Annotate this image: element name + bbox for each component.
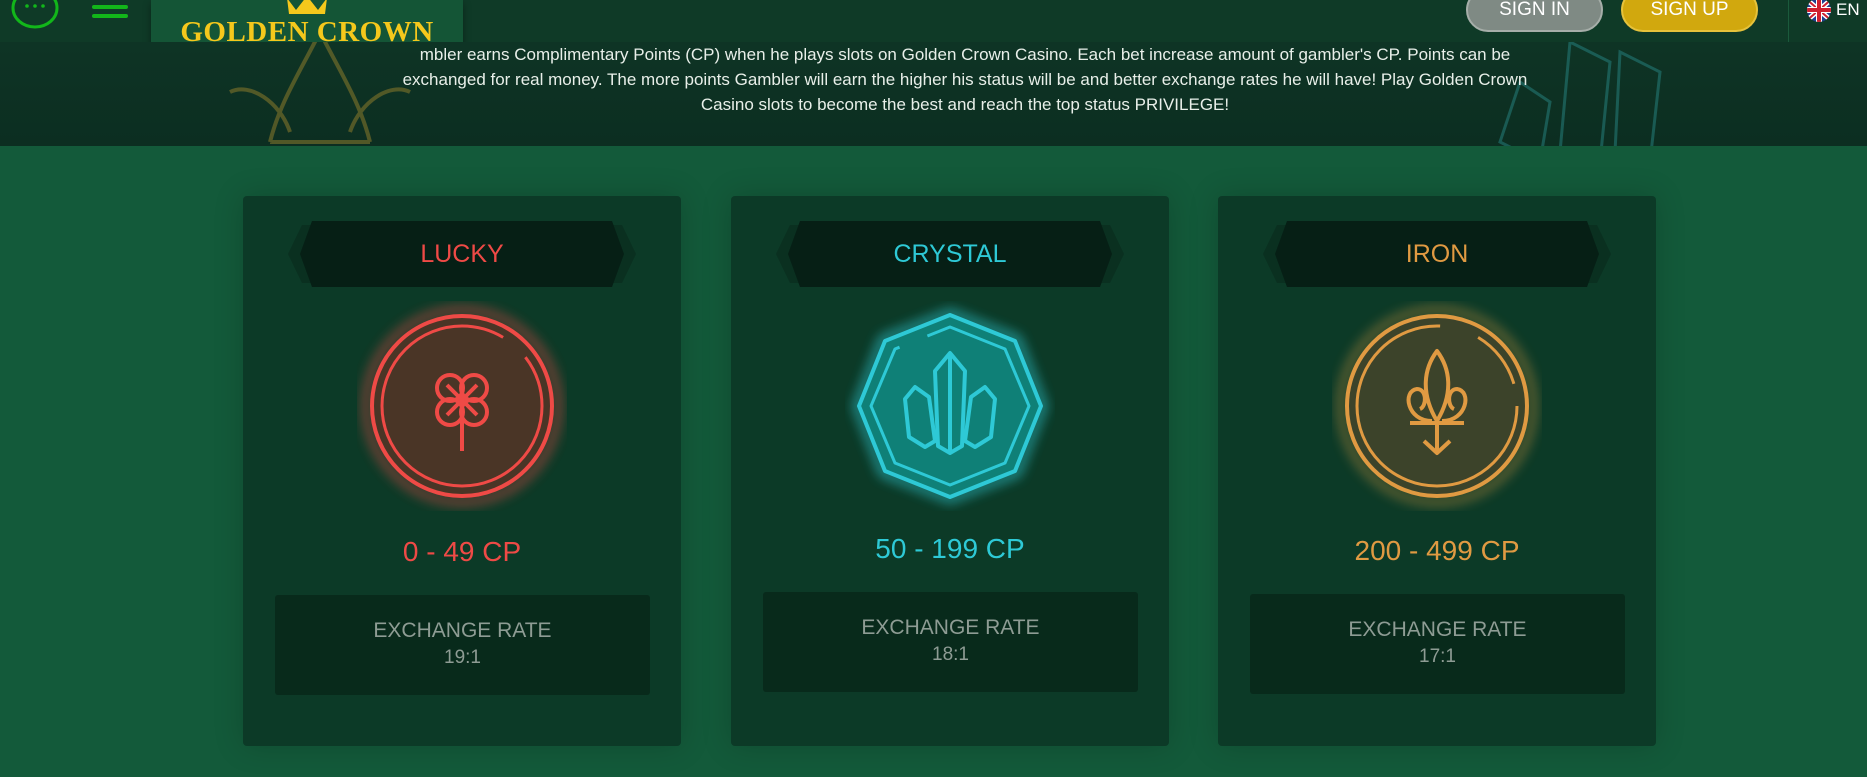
exchange-rate-label: EXCHANGE RATE xyxy=(373,619,552,642)
exchange-rate-value: 17:1 xyxy=(1419,646,1456,667)
exchange-rate-box: EXCHANGE RATE 19:1 xyxy=(275,595,650,695)
exchange-rate-value: 18:1 xyxy=(932,644,969,665)
crown-icon xyxy=(287,0,327,14)
top-bar: GOLDEN CROWN SIGN IN SIGN UP EN xyxy=(0,0,1867,60)
status-name: LUCKY xyxy=(420,240,504,268)
chat-icon xyxy=(11,0,59,29)
fleur-de-lis-icon xyxy=(1338,307,1536,505)
points-range: 50 - 199 CP xyxy=(875,533,1025,564)
menu-button[interactable] xyxy=(92,0,128,22)
language-label: EN xyxy=(1836,0,1860,19)
intro-text: mbler earns Complimentary Points (CP) wh… xyxy=(402,45,1528,114)
exchange-rate-label: EXCHANGE RATE xyxy=(1348,618,1527,641)
chat-button[interactable] xyxy=(10,0,60,34)
sign-up-button[interactable]: SIGN UP xyxy=(1621,0,1758,32)
header-divider xyxy=(1788,0,1789,42)
uk-flag-icon xyxy=(1807,0,1831,22)
status-card-lucky: LUCKY 0 - 49 CP EXCHANGE RATE 19:1 xyxy=(243,196,681,746)
exchange-rate-label: EXCHANGE RATE xyxy=(861,616,1040,639)
crystal-icon xyxy=(853,309,1047,503)
points-range: 0 - 49 CP xyxy=(402,536,522,567)
points-range: 200 - 499 CP xyxy=(1354,535,1520,566)
sign-in-button[interactable]: SIGN IN xyxy=(1466,0,1603,32)
status-banner: CRYSTAL xyxy=(776,221,1124,287)
status-name: CRYSTAL xyxy=(893,240,1007,268)
exchange-rate-box: EXCHANGE RATE 17:1 xyxy=(1250,594,1625,694)
status-card-iron: IRON 200 - 499 CP EXCHANGE RATE 17:1 xyxy=(1218,196,1656,746)
language-selector[interactable]: EN xyxy=(1805,0,1860,23)
intro-section: mbler earns Complimentary Points (CP) wh… xyxy=(0,42,1867,146)
clover-icon xyxy=(363,307,561,505)
status-banner: IRON xyxy=(1263,221,1611,287)
status-banner: LUCKY xyxy=(288,221,636,287)
status-card-crystal: CRYSTAL 50 - 199 CP EXCHANGE RATE 18:1 xyxy=(731,196,1169,746)
exchange-rate-box: EXCHANGE RATE 18:1 xyxy=(763,592,1138,692)
exchange-rate-value: 19:1 xyxy=(444,647,481,668)
hamburger-icon xyxy=(92,0,128,18)
status-name: IRON xyxy=(1405,240,1469,268)
